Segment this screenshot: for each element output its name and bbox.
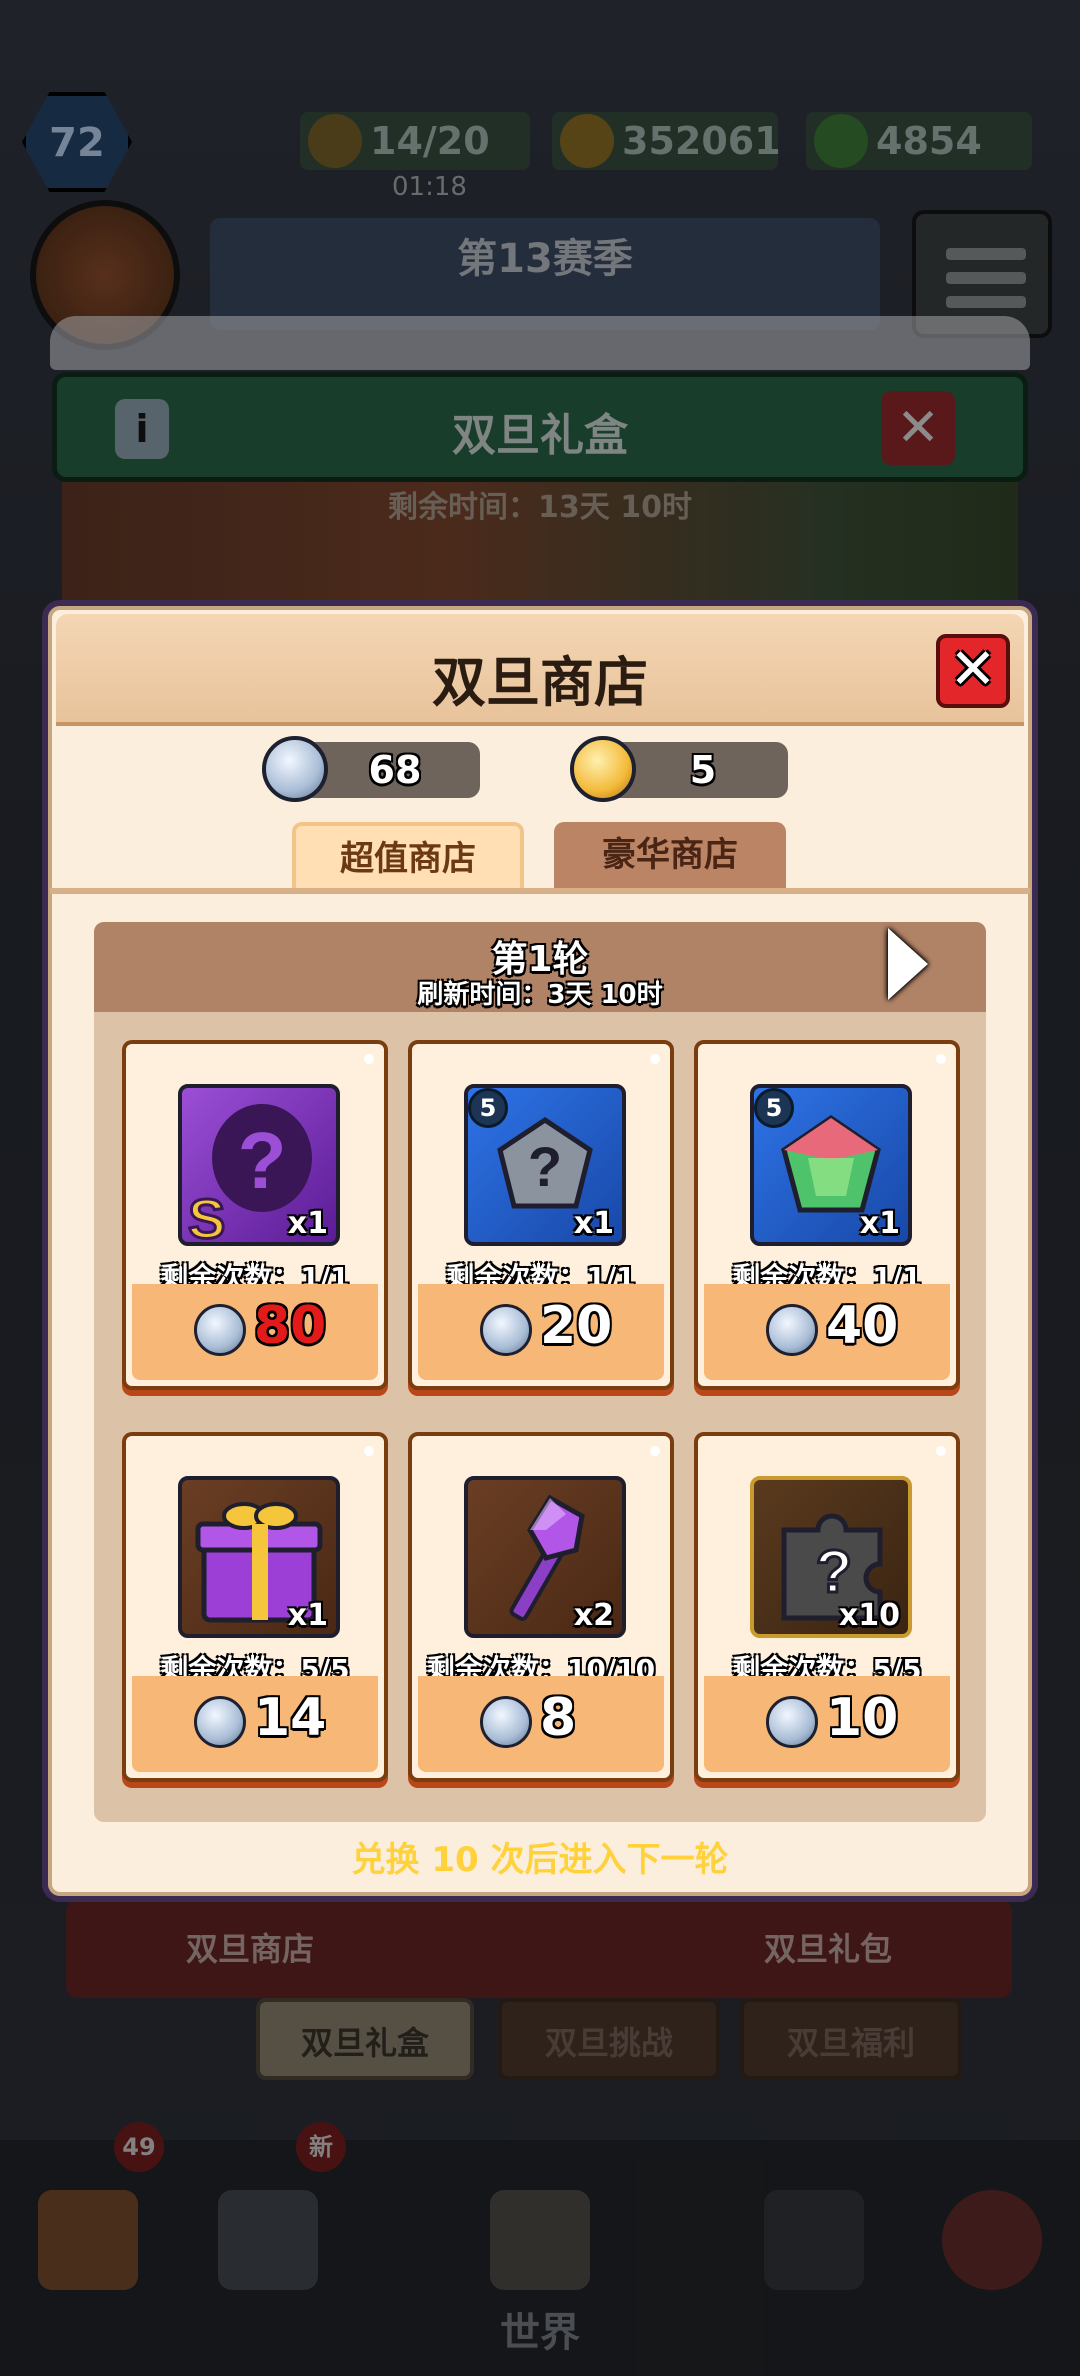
item-qty: x1	[287, 1206, 328, 1241]
tab-deluxe-shop[interactable]: 豪华商店	[554, 822, 786, 888]
silver-coin-icon	[194, 1304, 246, 1356]
next-round-arrow-icon[interactable]	[888, 928, 928, 1000]
item-qty: x2	[573, 1598, 614, 1633]
shop-item-card[interactable]: x1 剩余次数：5/5 14	[122, 1432, 388, 1782]
gold-currency-value: 5	[689, 748, 717, 792]
shop-item-card[interactable]: ? S x1 剩余次数：1/1 80	[122, 1040, 388, 1390]
tab-value-shop[interactable]: 超值商店	[292, 822, 524, 888]
silver-coin-icon	[262, 736, 328, 802]
silver-coin-icon	[194, 1696, 246, 1748]
price-bar[interactable]: 80	[132, 1284, 378, 1380]
price-bar[interactable]: 8	[418, 1676, 664, 1772]
price-bar[interactable]: 40	[704, 1284, 950, 1380]
gold-bell-icon	[570, 736, 636, 802]
item-price: 80	[254, 1296, 327, 1356]
shop-item-card[interactable]: ? 5 x1 剩余次数：1/1 20	[408, 1040, 674, 1390]
svg-text:?: ?	[238, 1116, 287, 1205]
item-price: 20	[540, 1296, 613, 1356]
item-qty: x10	[838, 1598, 900, 1633]
tab-divider	[50, 888, 1030, 894]
silver-coin-icon	[480, 1696, 532, 1748]
shop-modal-header: 双旦商店 ✕	[56, 614, 1024, 726]
svg-text:?: ?	[816, 1538, 853, 1605]
round-header: 第1轮 刷新时间：3天 10时	[94, 922, 986, 1012]
shop-title: 双旦商店	[432, 651, 648, 714]
silver-currency-value: 68	[368, 748, 422, 792]
silver-coin-icon	[480, 1304, 532, 1356]
svg-text:S: S	[188, 1187, 225, 1242]
item-qty: x1	[573, 1206, 614, 1241]
round-refresh-time: 刷新时间：3天 10时	[417, 980, 663, 1010]
shop-item-card[interactable]: 5 x1 剩余次数：1/1 40	[694, 1040, 960, 1390]
item-price: 10	[826, 1688, 899, 1748]
tier-badge: 5	[754, 1088, 794, 1128]
shop-item-card[interactable]: x2 剩余次数：10/10 8	[408, 1432, 674, 1782]
item-price: 14	[254, 1688, 327, 1748]
price-bar[interactable]: 14	[132, 1676, 378, 1772]
next-round-note: 兑换 10 次后进入下一轮	[351, 1840, 729, 1880]
tier-badge: 5	[468, 1088, 508, 1128]
price-bar[interactable]: 10	[704, 1676, 950, 1772]
item-qty: x1	[287, 1598, 328, 1633]
shop-item-card[interactable]: ? x10 剩余次数：5/5 10	[694, 1432, 960, 1782]
svg-text:?: ?	[528, 1135, 562, 1198]
item-price: 8	[540, 1688, 577, 1748]
price-bar[interactable]: 20	[418, 1284, 664, 1380]
close-button[interactable]: ✕	[936, 634, 1010, 708]
silver-coin-icon	[766, 1696, 818, 1748]
item-qty: x1	[859, 1206, 900, 1241]
item-price: 40	[826, 1296, 899, 1356]
silver-coin-icon	[766, 1304, 818, 1356]
